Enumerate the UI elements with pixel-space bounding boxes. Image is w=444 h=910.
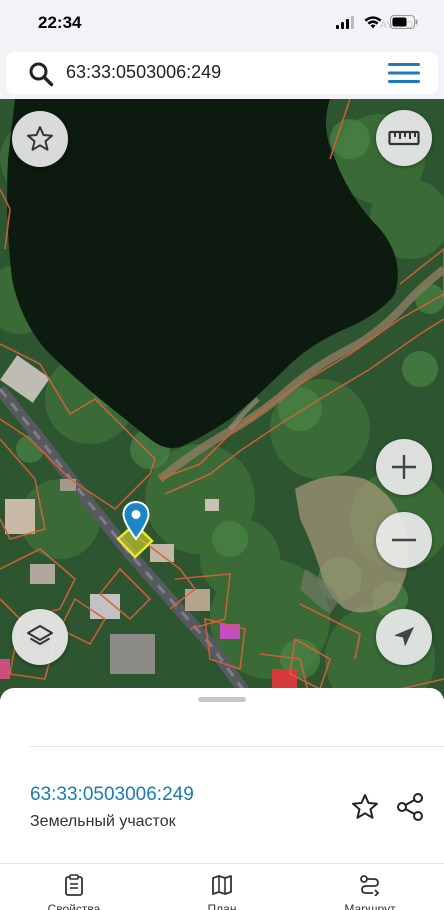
layers-icon	[27, 625, 53, 645]
tabbar-divider	[0, 863, 444, 864]
search-bar[interactable]: 63:33:0503006:249	[6, 52, 438, 94]
tab-plan-label: План	[207, 902, 237, 910]
tab-route[interactable]: Маршрут	[330, 874, 410, 910]
divider	[30, 746, 444, 747]
satellite-map[interactable]	[0, 99, 444, 699]
status-icons	[336, 15, 418, 29]
zoom-out-button[interactable]	[376, 512, 432, 568]
signal-icon	[336, 15, 354, 29]
tab-properties[interactable]: Свойства	[34, 874, 114, 910]
map-icon	[212, 875, 232, 895]
tab-plan[interactable]: План	[182, 874, 262, 910]
route-icon	[360, 875, 380, 896]
ruler-icon	[388, 130, 420, 146]
favorite-map-button[interactable]	[12, 111, 68, 167]
layers-button[interactable]	[12, 609, 68, 665]
locate-button[interactable]	[376, 609, 432, 665]
clipboard-icon	[65, 874, 83, 896]
star-icon	[27, 126, 53, 151]
ruler-button[interactable]	[376, 110, 432, 166]
tab-properties-label: Свойства	[47, 902, 101, 910]
map-canvas[interactable]	[0, 99, 444, 699]
zoom-in-button[interactable]	[376, 439, 432, 495]
map-pin-icon[interactable]	[122, 501, 150, 541]
navigation-arrow-icon	[394, 627, 414, 647]
status-bar: 22:34 AVITO	[0, 0, 444, 48]
search-input[interactable]: 63:33:0503006:249	[66, 62, 221, 83]
minus-icon	[392, 538, 416, 542]
tab-route-label: Маршрут	[344, 902, 396, 910]
battery-icon	[390, 15, 418, 29]
search-icon[interactable]	[28, 61, 54, 87]
menu-icon[interactable]	[388, 62, 420, 84]
parcel-number[interactable]: 63:33:0503006:249	[30, 784, 194, 806]
parcel-type: Земельный участок	[30, 813, 176, 830]
parcel-bottom-sheet[interactable]: 63:33:0503006:249 Земельный участок Свой…	[0, 688, 444, 910]
status-time: 22:34	[38, 13, 82, 32]
wifi-icon	[364, 15, 382, 28]
sheet-drag-handle[interactable]	[198, 697, 246, 702]
plus-icon	[392, 455, 416, 479]
star-icon[interactable]	[350, 792, 380, 822]
share-icon[interactable]	[395, 792, 425, 822]
